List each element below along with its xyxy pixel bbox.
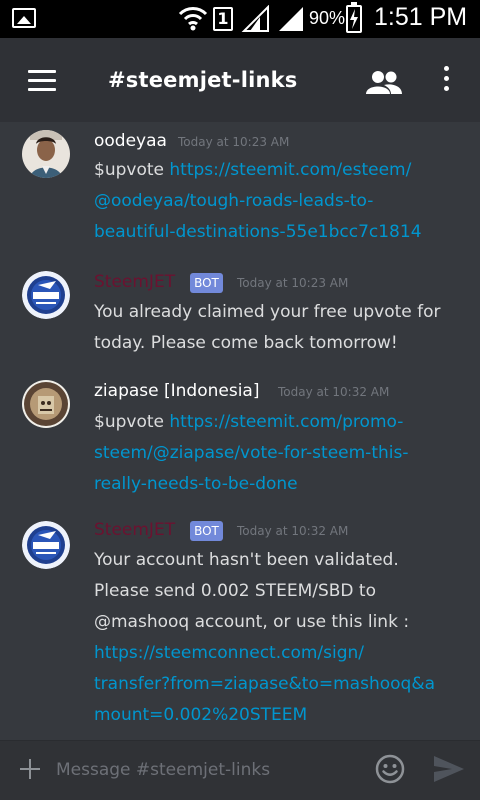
bot-avatar[interactable]: [22, 271, 70, 319]
members-icon[interactable]: [364, 66, 404, 98]
message-timestamp: Today at 10:23 AM: [178, 135, 290, 149]
message-link[interactable]: https://steemit.com/promo-: [169, 412, 403, 432]
message-line: You already claimed your free upvote for: [94, 302, 441, 322]
send-icon[interactable]: [432, 753, 466, 785]
message-text: $upvote: [94, 412, 170, 432]
message-link[interactable]: @oodeyaa/tough-roads-leads-to-: [94, 191, 373, 211]
clock: 1:51 PM: [374, 3, 468, 31]
message-line: Your account hasn't been validated.: [94, 550, 399, 570]
message-line: really-needs-to-be-done: [94, 474, 298, 494]
message-line: Please send 0.002 STEEM/SBD to: [94, 581, 376, 601]
message-link[interactable]: https://steemit.com/esteem/: [169, 160, 411, 180]
emoji-icon[interactable]: [374, 753, 406, 785]
signal-icon-2: [279, 7, 303, 31]
message-line: steem/@ziapase/vote-for-steem-this-: [94, 443, 408, 463]
message-line: $upvote https://steemit.com/esteem/: [94, 160, 411, 180]
message-link[interactable]: beautiful-destinations-55e1bcc7c1814: [94, 222, 422, 242]
plus-icon[interactable]: [18, 757, 42, 781]
bot-badge: BOT: [190, 521, 223, 541]
message-timestamp: Today at 10:32 AM: [278, 385, 390, 399]
signal-icon: [241, 5, 269, 32]
channel-header: #steemjet-links: [0, 38, 480, 122]
message-timestamp: Today at 10:23 AM: [237, 276, 349, 290]
message-author[interactable]: ziapase [Indonesia]: [94, 381, 259, 401]
message-line: mount=0.002%20STEEM: [94, 705, 307, 725]
message-link[interactable]: really-needs-to-be-done: [94, 474, 298, 494]
battery-percent: 90%: [309, 8, 346, 28]
bot-avatar[interactable]: [22, 521, 70, 569]
message-line: transfer?from=ziapase&to=mashooq&a: [94, 674, 435, 694]
wifi-icon: [178, 7, 208, 31]
message-link[interactable]: transfer?from=ziapase&to=mashooq&a: [94, 674, 435, 694]
message-line: @oodeyaa/tough-roads-leads-to-: [94, 191, 373, 211]
sim-icon: 1: [213, 7, 233, 31]
message-line: today. Please come back tomorrow!: [94, 333, 398, 353]
message-line: @mashooq account, or use this link :: [94, 612, 410, 632]
message-list: oodeyaa Today at 10:23 AM $upvote https:…: [0, 122, 480, 740]
message-timestamp: Today at 10:32 AM: [237, 524, 349, 538]
message-line: beautiful-destinations-55e1bcc7c1814: [94, 222, 422, 242]
channel-title: #steemjet-links: [108, 68, 298, 92]
message-input[interactable]: [56, 753, 356, 787]
avatar[interactable]: [22, 130, 70, 178]
message-author[interactable]: SteemJET: [94, 520, 175, 540]
menu-icon[interactable]: [28, 70, 56, 92]
message-author[interactable]: oodeyaa: [94, 131, 167, 151]
message-line: https://steemconnect.com/sign/: [94, 643, 364, 663]
more-options-icon[interactable]: [436, 66, 456, 98]
avatar[interactable]: [22, 380, 70, 428]
message-author[interactable]: SteemJET: [94, 272, 175, 292]
image-icon: [12, 8, 36, 28]
message-link[interactable]: mount=0.002%20STEEM: [94, 705, 307, 725]
status-bar: 1 90% 1:51 PM: [0, 0, 480, 38]
message-link[interactable]: steem/@ziapase/vote-for-steem-this-: [94, 443, 408, 463]
message-composer: [0, 740, 480, 800]
message-link[interactable]: https://steemconnect.com/sign/: [94, 643, 364, 663]
message-line: $upvote https://steemit.com/promo-: [94, 412, 403, 432]
message-text: $upvote: [94, 160, 170, 180]
bot-badge: BOT: [190, 273, 223, 293]
battery-icon: [346, 2, 362, 33]
